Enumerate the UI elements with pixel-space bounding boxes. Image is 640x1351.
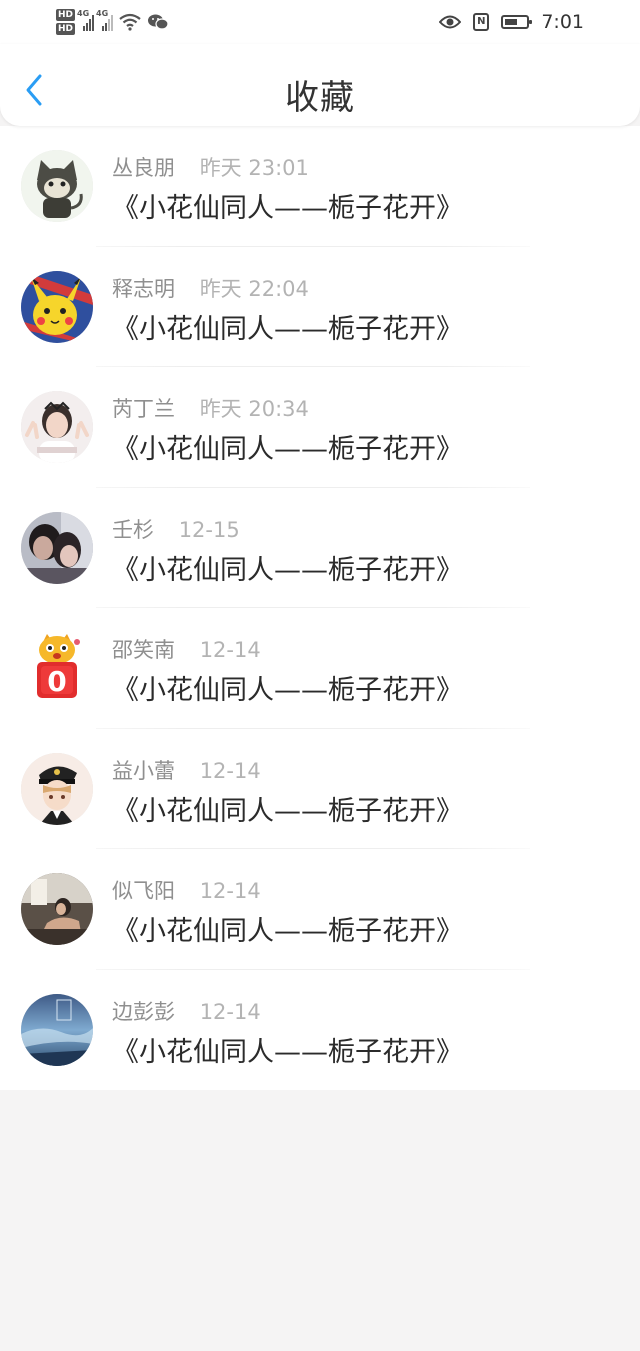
timestamp: 昨天 20:34 xyxy=(199,397,309,421)
item-title[interactable]: 《小花仙同人——栀子花开》 xyxy=(112,909,463,948)
battery-icon xyxy=(501,15,533,29)
hd1-icon: HD xyxy=(56,9,76,21)
timestamp: 昨天 22:04 xyxy=(199,276,309,301)
clock: 7:01 xyxy=(541,11,584,33)
hd2-icon: HD xyxy=(56,23,76,35)
timestamp: 12-14 xyxy=(199,638,261,662)
list-item[interactable]: 似飞阳 12-14 《小花仙同人——栀子花开》 xyxy=(0,849,640,970)
avatar[interactable] xyxy=(21,391,93,463)
badge-digit: 0 xyxy=(47,665,67,698)
author-name: 似飞阳 xyxy=(112,879,175,903)
signal-2-icon: 4G xyxy=(96,9,114,31)
item-title[interactable]: 《小花仙同人——栀子花开》 xyxy=(112,186,463,225)
eye-icon xyxy=(439,15,462,29)
pikachu-avatar-icon xyxy=(21,270,93,343)
favorites-list: 丛良朋 昨天 23:01 《小花仙同人——栀子花开》 释志明 昨天 22:04 … xyxy=(0,126,640,1090)
author-name: 释志明 xyxy=(112,276,175,301)
list-item[interactable]: 边彭彭 12-14 《小花仙同人——栀子花开》 xyxy=(0,970,640,1091)
header-bar: 收藏 xyxy=(0,44,640,126)
item-meta: 边彭彭 12-14 xyxy=(112,996,261,1026)
author-name: 益小蕾 xyxy=(112,758,175,783)
list-item[interactable]: 芮丁兰 昨天 20:34 《小花仙同人——栀子花开》 xyxy=(0,367,640,488)
avatar[interactable] xyxy=(21,511,93,584)
timestamp: 12-14 xyxy=(199,999,261,1024)
avatar[interactable] xyxy=(21,270,93,343)
signal-1-icon: 4G xyxy=(77,9,95,31)
status-bar: HD HD 4G 4G N 7:01 xyxy=(0,0,640,44)
item-meta: 似飞阳 12-14 xyxy=(112,875,261,905)
item-title[interactable]: 《小花仙同人——栀子花开》 xyxy=(112,1030,463,1069)
list-item[interactable]: 壬杉 12-15 《小花仙同人——栀子花开》 xyxy=(0,488,640,608)
net1-label: 4G xyxy=(77,9,90,18)
list-item[interactable]: 0 邵笑南 12-14 《小花仙同人——栀子花开》 xyxy=(0,608,640,729)
ocean-avatar-icon xyxy=(21,993,93,1066)
item-title[interactable]: 《小花仙同人——栀子花开》 xyxy=(112,548,463,587)
list-item[interactable]: 益小蕾 12-14 《小花仙同人——栀子花开》 xyxy=(0,729,640,849)
timestamp: 12-14 xyxy=(199,758,261,783)
hd-indicators: HD HD xyxy=(56,9,76,35)
status-left: HD HD 4G 4G xyxy=(56,4,169,40)
net2-label: 4G xyxy=(96,9,109,18)
item-title[interactable]: 《小花仙同人——栀子花开》 xyxy=(112,307,463,346)
author-name: 邵笑南 xyxy=(112,638,175,662)
wifi-icon xyxy=(119,13,141,31)
item-title[interactable]: 《小花仙同人——栀子花开》 xyxy=(112,427,463,466)
author-name: 壬杉 xyxy=(112,517,154,542)
item-title[interactable]: 《小花仙同人——栀子花开》 xyxy=(112,668,463,707)
photo-avatar-icon xyxy=(21,873,93,945)
item-meta: 释志明 昨天 22:04 xyxy=(112,273,309,303)
wechat-icon xyxy=(148,14,169,30)
item-meta: 丛良朋 昨天 23:01 xyxy=(112,152,309,182)
avatar[interactable] xyxy=(21,873,93,945)
item-title[interactable]: 《小花仙同人——栀子花开》 xyxy=(112,789,463,828)
author-name: 丛良朋 xyxy=(112,156,175,180)
avatar[interactable] xyxy=(21,150,93,222)
item-meta: 壬杉 12-15 xyxy=(112,514,240,544)
avatar[interactable]: 0 xyxy=(21,632,93,704)
anime-captain-avatar-icon xyxy=(21,752,93,825)
nfc-icon: N xyxy=(473,13,490,31)
avatar[interactable] xyxy=(21,993,93,1066)
timestamp: 昨天 23:01 xyxy=(199,156,309,180)
item-meta: 益小蕾 12-14 xyxy=(112,755,261,785)
avatar[interactable] xyxy=(21,752,93,825)
cat-avatar-icon xyxy=(21,150,93,222)
author-name: 芮丁兰 xyxy=(112,397,175,421)
author-name: 边彭彭 xyxy=(112,999,175,1024)
timestamp: 12-14 xyxy=(199,879,261,903)
list-item[interactable]: 丛良朋 昨天 23:01 《小花仙同人——栀子花开》 xyxy=(0,126,640,247)
girl-avatar-icon xyxy=(21,391,93,463)
item-meta: 芮丁兰 昨天 20:34 xyxy=(112,393,309,423)
page-title: 收藏 xyxy=(285,78,355,118)
list-item[interactable]: 释志明 昨天 22:04 《小花仙同人——栀子花开》 xyxy=(0,247,640,367)
status-right: N 7:01 xyxy=(439,8,584,36)
couple-avatar-icon xyxy=(21,511,93,584)
timestamp: 12-15 xyxy=(178,517,240,542)
item-meta: 邵笑南 12-14 xyxy=(112,634,261,664)
